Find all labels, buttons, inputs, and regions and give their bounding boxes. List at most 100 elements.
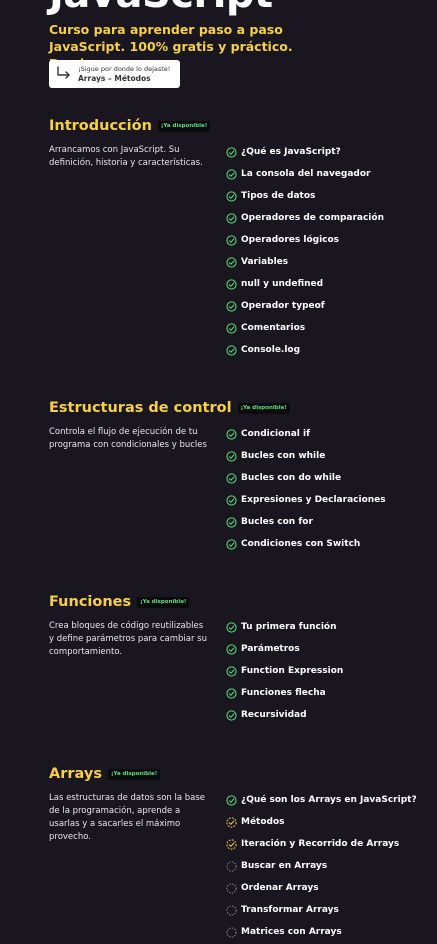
check-circle-icon [226,190,237,202]
lesson-label: Transformar Arrays [241,905,339,915]
lesson-label: Iteración y Recorrido de Arrays [241,839,400,849]
lesson-label: ¿Qué es JavaScript? [241,147,341,157]
lesson-label: Parámetros [241,644,300,654]
lesson-item[interactable]: ¿Qué es JavaScript? [226,141,384,163]
check-circle-icon [226,687,237,699]
section-header: Estructuras de control ¡Ya disponible! [49,398,290,418]
pending-circle-icon [226,860,237,872]
lesson-item[interactable]: ¿Qué son los Arrays en JavaScript? [226,789,417,811]
lesson-label: Expresiones y Declaraciones [241,495,386,505]
lesson-item[interactable]: Bucles con for [226,511,386,533]
lesson-label: Ordenar Arrays [241,883,319,893]
check-circle-icon [226,794,237,806]
section-description: Arrancamos con JavaScript. Su definición… [49,145,203,168]
section-header: Arrays ¡Ya disponible! [49,764,161,784]
availability-badge: ¡Ya disponible! [107,768,161,780]
lesson-list: Condicional if Bucles con while Bucles con… [226,423,386,555]
section-title: Funciones [49,594,132,610]
lesson-label: Operadores de comparación [241,213,384,223]
continue-lesson-name: Arrays – Métodos [78,73,151,83]
lesson-item[interactable]: Buscar en Arrays [226,855,417,877]
lesson-item[interactable]: Funciones flecha [226,682,343,704]
check-circle-icon [226,709,237,721]
lesson-label: Bucles con do while [241,473,342,483]
availability-badge: ¡Ya disponible! [137,596,190,608]
lesson-item[interactable]: Recursividad [226,704,343,726]
lesson-label: Function Expression [241,666,344,676]
lesson-label: Tipos de datos [241,191,316,201]
lesson-label: null y undefined [241,279,324,289]
lesson-label: Comentarios [241,323,306,333]
lesson-item[interactable]: Condiciones con Switch [226,533,386,555]
lesson-item[interactable]: null y undefined [226,273,384,295]
lesson-label: Matrices con Arrays [241,927,342,937]
section-title: Introducción [49,118,152,134]
arrow-return-icon [57,66,70,79]
lesson-list: Tu primera función Parámetros Function Exp… [226,616,343,726]
lesson-item[interactable]: Bucles con while [226,445,386,467]
section-title: Estructuras de control [49,400,232,416]
lesson-item[interactable]: Variables [226,251,384,273]
lesson-list: ¿Qué son los Arrays en JavaScript? Método… [226,789,417,943]
section-description: Crea bloques de código reutilizables y d… [49,621,207,657]
availability-badge: ¡Ya disponible! [237,402,290,414]
continue-prompt: ¡Sigue por donde lo dejaste! [78,64,171,73]
pending-circle-icon [226,904,237,916]
check-circle-icon [226,322,237,334]
check-circle-icon [226,621,237,633]
check-circle-icon [226,212,237,224]
check-circle-icon [226,472,237,484]
check-circle-icon [226,643,237,655]
lesson-label: Métodos [241,817,285,827]
check-circle-icon [226,234,237,246]
availability-badge: ¡Ya disponible! [157,120,211,132]
lesson-item[interactable]: Tu primera función [226,616,343,638]
lesson-item[interactable]: Tipos de datos [226,185,384,207]
lesson-label: Condiciones con Switch [241,539,361,549]
lesson-item[interactable]: La consola del navegador [226,163,384,185]
check-circle-icon [226,344,237,356]
lesson-list: ¿Qué es JavaScript? La consola del navega… [226,141,384,361]
in-progress-circle-icon [226,838,237,850]
lesson-item[interactable]: Comentarios [226,317,384,339]
check-circle-icon [226,300,237,312]
check-circle-icon [226,168,237,180]
lesson-item[interactable]: Matrices con Arrays [226,921,417,943]
continue-lesson-button[interactable]: ¡Sigue por donde lo dejaste! Arrays – Mé… [49,60,180,88]
lesson-item[interactable]: Function Expression [226,660,343,682]
lesson-item[interactable]: Condicional if [226,423,386,445]
section-description: Controla el flujo de ejecución de tu pro… [49,427,207,450]
lesson-item[interactable]: Ordenar Arrays [226,877,417,899]
check-circle-icon [226,516,237,528]
lesson-label: Operador typeof [241,301,325,311]
lesson-item[interactable]: Transformar Arrays [226,899,417,921]
lesson-label: Condicional if [241,429,311,439]
lesson-label: Operadores lógicos [241,235,340,245]
lesson-item[interactable]: Console.log [226,339,384,361]
check-circle-icon [226,256,237,268]
section-title: Arrays [49,766,102,782]
lesson-item[interactable]: Operadores de comparación [226,207,384,229]
lesson-label: Tu primera función [241,622,337,632]
lesson-item[interactable]: Métodos [226,811,417,833]
lesson-label: Variables [241,257,289,267]
page-title: JavaScript [49,0,273,18]
check-circle-icon [226,278,237,290]
check-circle-icon [226,450,237,462]
lesson-label: Bucles con while [241,451,326,461]
lesson-label: ¿Qué son los Arrays en JavaScript? [241,795,417,805]
lesson-item[interactable]: Operadores lógicos [226,229,384,251]
lesson-label: Console.log [241,345,301,355]
lesson-label: Recursividad [241,710,307,720]
lesson-label: La consola del navegador [241,169,371,179]
section-header: Introducción ¡Ya disponible! [49,116,211,136]
lesson-item[interactable]: Operador typeof [226,295,384,317]
lesson-item[interactable]: Expresiones y Declaraciones [226,489,386,511]
check-circle-icon [226,146,237,158]
lesson-item[interactable]: Parámetros [226,638,343,660]
lesson-item[interactable]: Iteración y Recorrido de Arrays [226,833,417,855]
lesson-label: Funciones flecha [241,688,326,698]
lesson-item[interactable]: Bucles con do while [226,467,386,489]
in-progress-circle-icon [226,816,237,828]
lesson-label: Bucles con for [241,517,313,527]
